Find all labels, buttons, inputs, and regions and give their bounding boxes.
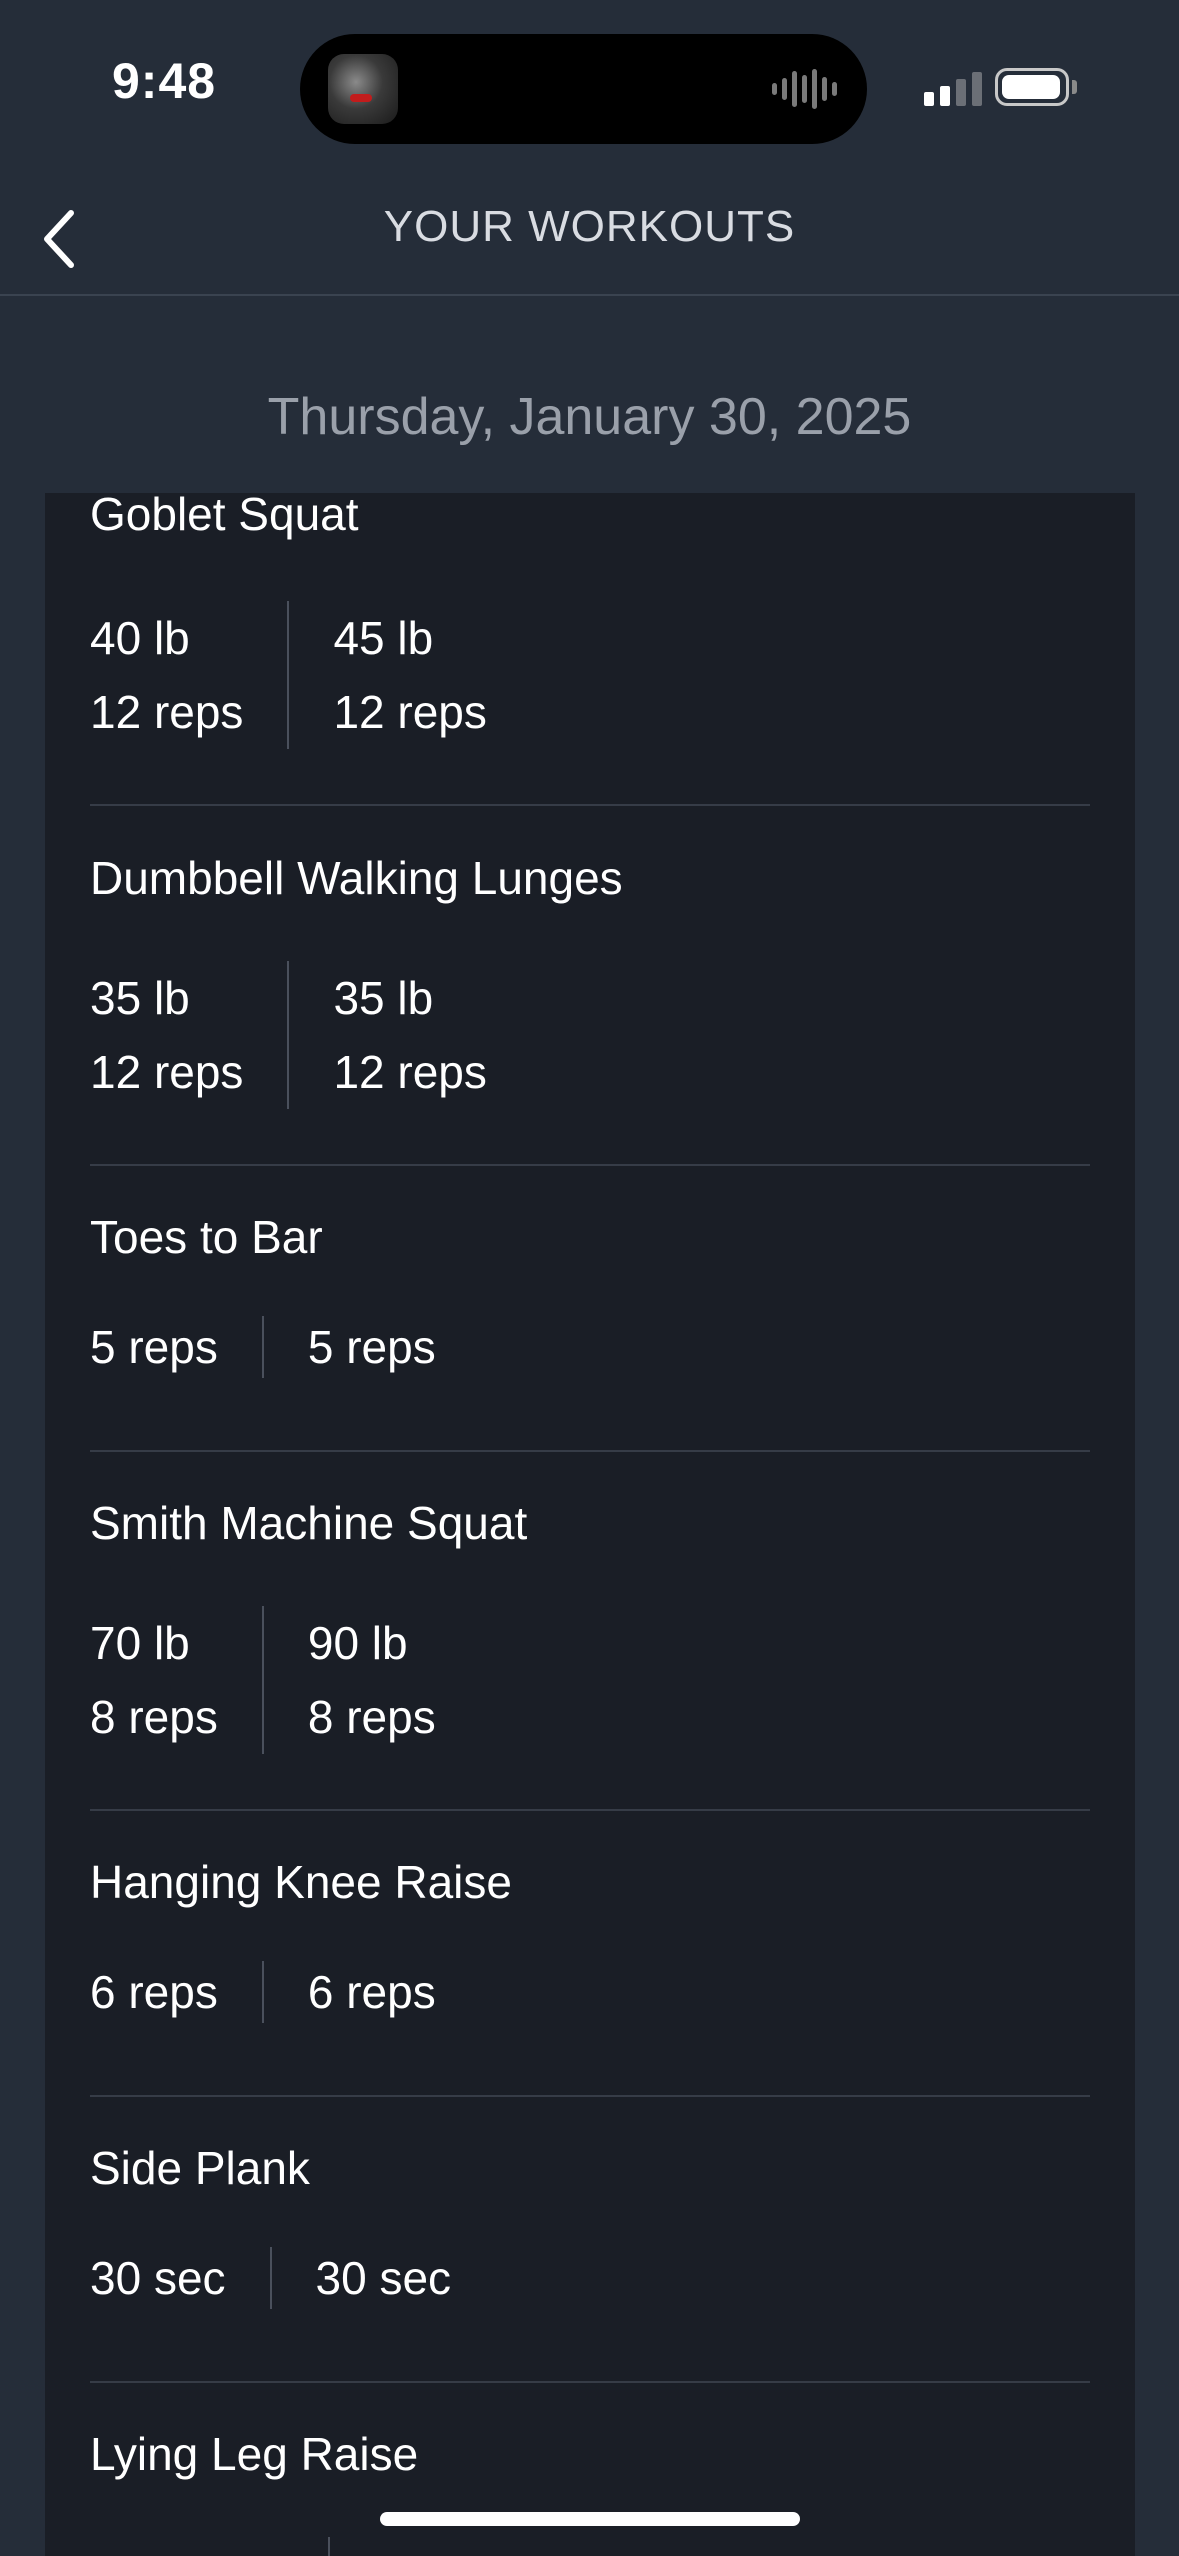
status-bar: 9:48: [0, 0, 1179, 180]
set-divider: [261, 1606, 264, 1754]
set-2: 5 reps: [308, 1316, 436, 1378]
home-indicator[interactable]: [380, 2512, 800, 2526]
exercise-sets: 5 reps 5 reps: [90, 1316, 436, 1378]
set-1: 70 lb 8 reps: [90, 1606, 218, 1754]
set-1: 5 reps: [90, 1316, 218, 1378]
set-2: 30 sec: [316, 2247, 452, 2309]
set-weight: 90 lb: [307, 1617, 408, 1669]
set-reps: 6 reps: [307, 1966, 436, 2018]
set-1: 35 lb 12 reps: [90, 961, 243, 1109]
set-duration: 30 sec: [90, 2252, 226, 2304]
set-weight: 45 lb: [333, 612, 434, 664]
exercise-name: Smith Machine Squat: [90, 1497, 528, 1549]
set-weight: 35 lb: [333, 972, 434, 1024]
audio-waveform-icon: [772, 68, 837, 110]
row-divider: [90, 804, 1090, 806]
set-weight: 40 lb: [90, 612, 190, 664]
set-reps: 5 reps: [90, 1321, 218, 1373]
dynamic-island[interactable]: [300, 34, 867, 144]
set-1: 40 lb 12 reps: [90, 601, 243, 749]
exercise-sets: 30 sec 30 sec: [90, 2247, 451, 2309]
exercise-name: Hanging Knee Raise: [90, 1856, 512, 1908]
set-reps: 12 reps: [333, 1046, 487, 1098]
exercise-sets: 35 lb 12 reps 35 lb 12 reps: [90, 961, 487, 1109]
set-divider: [261, 1961, 264, 2023]
set-duration: 30 sec: [315, 2252, 452, 2304]
exercise-name: Dumbbell Walking Lunges: [90, 852, 623, 904]
workout-card: Goblet Squat 40 lb 12 reps 45 lb 12 reps…: [45, 493, 1135, 2556]
battery-cap: [1072, 80, 1077, 94]
exercise-name: Side Plank: [90, 2142, 310, 2194]
set-reps: 6 reps: [90, 1966, 218, 2018]
now-playing-app-icon: [328, 54, 398, 124]
set-1: 6 reps: [90, 1961, 218, 2023]
exercise-sets: 70 lb 8 reps 90 lb 8 reps: [90, 1606, 436, 1754]
row-divider: [90, 1809, 1090, 1811]
set-2: 90 lb 8 reps: [308, 1606, 436, 1754]
row-divider: [90, 2381, 1090, 2383]
set-reps: 12 reps: [333, 686, 487, 738]
row-divider: [90, 1164, 1090, 1166]
exercise-name: Lying Leg Raise: [90, 2428, 419, 2480]
set-reps: 12 reps: [90, 1046, 244, 1098]
set-reps: 8 reps: [90, 1691, 218, 1743]
set-divider: [287, 601, 290, 749]
battery-level: [1002, 75, 1060, 99]
set-2: 6 reps: [308, 1961, 436, 2023]
exercise-sets: 6 reps 6 reps: [90, 1961, 436, 2023]
set-reps: 8 reps: [307, 1691, 436, 1743]
set-divider: [287, 961, 290, 1109]
row-divider: [90, 2095, 1090, 2097]
nav-header: YOUR WORKOUTS: [0, 180, 1179, 296]
exercise-name: Toes to Bar: [90, 1211, 323, 1263]
set-reps: 12 reps: [90, 686, 244, 738]
exercise-sets: 40 lb 12 reps 45 lb 12 reps: [90, 601, 487, 749]
set-weight: 70 lb: [90, 1617, 190, 1669]
set-divider: [261, 1316, 264, 1378]
set-2: 35 lb 12 reps: [333, 961, 486, 1109]
status-time: 9:48: [112, 53, 217, 109]
set-2: 45 lb 12 reps: [333, 601, 486, 749]
page-title: YOUR WORKOUTS: [383, 202, 796, 251]
set-weight: 35 lb: [90, 972, 190, 1024]
exercise-name: Goblet Squat: [90, 493, 359, 540]
set-divider: [269, 2247, 272, 2309]
set-divider: [328, 2537, 330, 2556]
set-reps: 5 reps: [307, 1321, 436, 1373]
cellular-signal-icon: [924, 70, 982, 106]
workouts-screen: 9:48 YOUR WORKOUTS Thursday, January 30,…: [0, 0, 1179, 2556]
row-divider: [90, 1450, 1090, 1452]
workout-date: Thursday, January 30, 2025: [267, 388, 912, 446]
battery-icon: [995, 68, 1069, 106]
set-1: 30 sec: [90, 2247, 226, 2309]
